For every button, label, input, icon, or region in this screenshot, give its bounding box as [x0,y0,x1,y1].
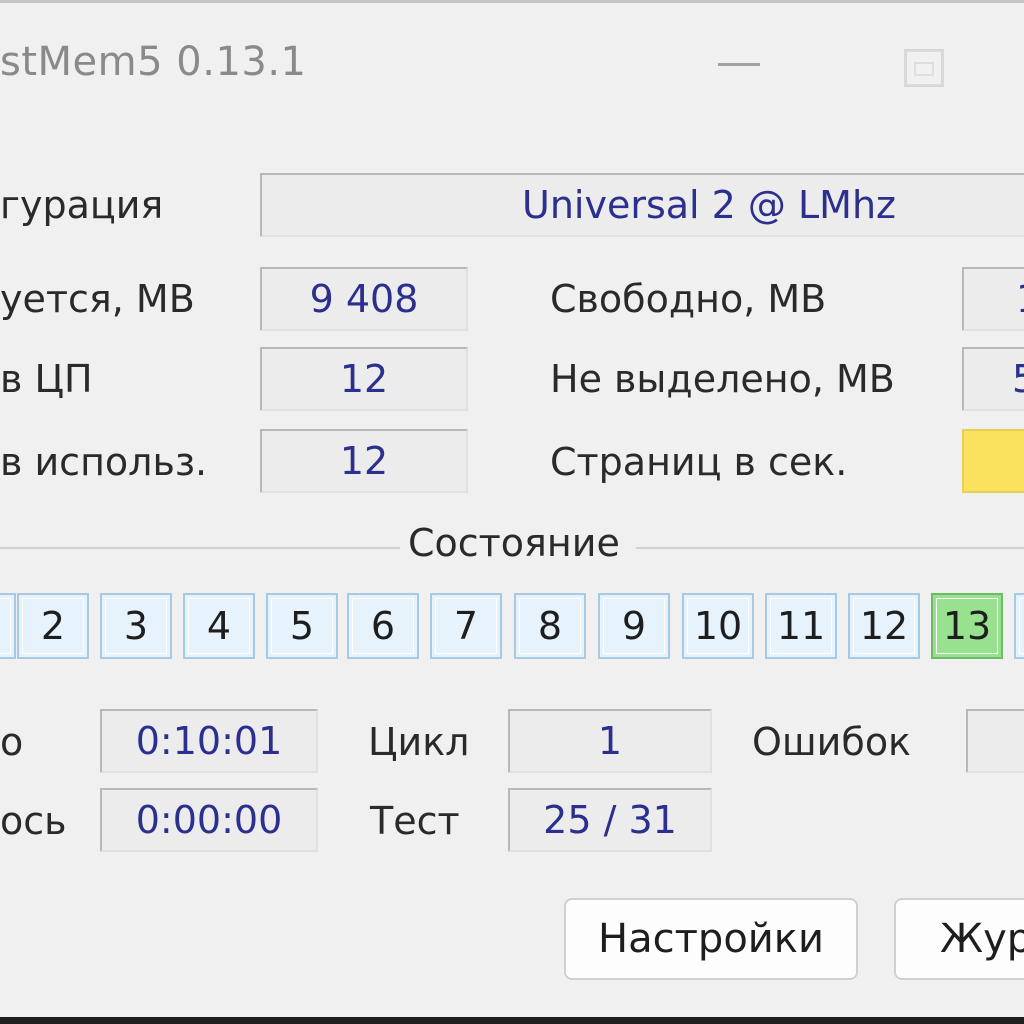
errors-value [966,709,1024,773]
used-mb-label: уется, МВ [0,277,195,321]
test-cell: 10 [682,593,754,659]
test-cell: 2 [17,593,89,659]
test-cell: 6 [347,593,419,659]
status-title: Состояние [406,521,622,565]
status-divider-left [0,547,400,549]
test-cell: 3 [100,593,172,659]
window-bottom-edge [0,1017,1024,1024]
unallocated-mb-label: Не выделено, МВ [550,357,895,401]
test-cell [1014,593,1024,659]
maximize-icon[interactable] [904,49,944,87]
free-mb-label: Свободно, МВ [550,277,827,321]
test-cell: 12 [848,593,920,659]
cpu-threads-label: в ЦП [0,357,93,401]
elapsed-label: о [0,720,24,764]
unallocated-mb-value: 5 [962,347,1024,411]
test-cell-active: 13 [931,593,1003,659]
test-cell: 7 [430,593,502,659]
log-button[interactable]: Журнал [894,898,1024,980]
cycle-value: 1 [508,709,712,773]
status-divider-right [636,547,1024,549]
config-value[interactable]: Universal 2 @ LMhz [260,173,1024,237]
test-cell: 11 [765,593,837,659]
test-cell: 1 [0,593,16,659]
test-cell: 9 [598,593,670,659]
config-label: гурация [0,183,164,227]
free-mb-value: 1 [962,267,1024,331]
minimize-icon[interactable] [718,63,760,66]
threads-used-label: в использ. [0,440,208,484]
test-cell: 5 [266,593,338,659]
remaining-value: 0:00:00 [100,788,318,852]
used-mb-value: 9 408 [260,267,468,331]
test-progress-value: 25 / 31 [508,788,712,852]
pages-per-sec-label: Страниц в сек. [550,440,848,484]
remaining-label: ось [0,799,67,843]
test-cell: 4 [183,593,255,659]
settings-button[interactable]: Настройки [564,898,858,980]
errors-label: Ошибок [752,720,912,764]
testmem5-window: stMem5 0.13.1 гурация Universal 2 @ LMhz… [0,0,1024,1024]
pages-per-sec-indicator [962,429,1024,493]
test-cell: 8 [514,593,586,659]
cycle-label: Цикл [368,720,470,764]
cpu-threads-value: 12 [260,347,468,411]
elapsed-value: 0:10:01 [100,709,318,773]
test-label: Тест [370,799,460,843]
threads-used-value: 12 [260,429,468,493]
window-title: stMem5 0.13.1 [0,39,307,85]
